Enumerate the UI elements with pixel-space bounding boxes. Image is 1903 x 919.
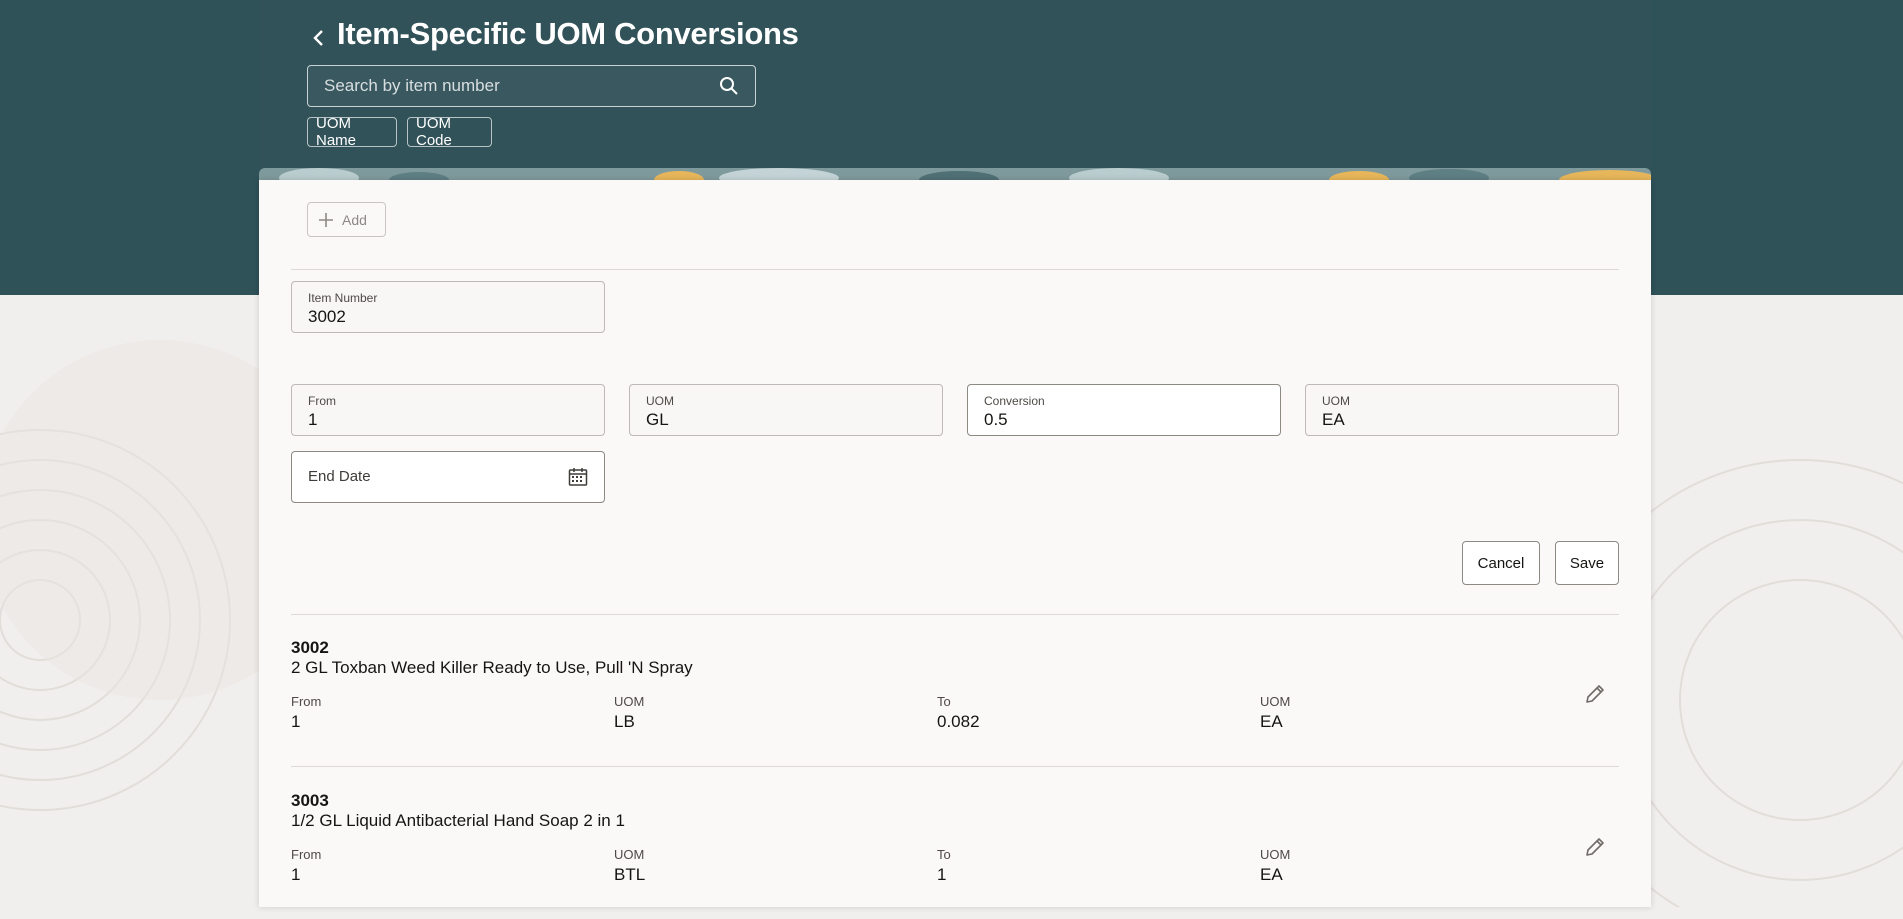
item-number-field[interactable]: Item Number 3002 xyxy=(291,281,605,333)
to-value: 1 xyxy=(937,865,947,884)
add-button-label: Add xyxy=(342,211,367,228)
column-label: From xyxy=(291,847,322,862)
to-uom-value: EA xyxy=(1260,712,1283,731)
column-label: UOM xyxy=(614,847,645,862)
to-uom-field[interactable]: UOM EA xyxy=(1305,384,1619,436)
conversion-label: Conversion xyxy=(984,394,1045,408)
page-title: Item-Specific UOM Conversions xyxy=(337,16,799,51)
to-uom-column: UOM EA xyxy=(1260,694,1290,732)
end-date-placeholder: End Date xyxy=(308,468,371,485)
to-uom-value: EA xyxy=(1260,865,1283,884)
calendar-icon[interactable] xyxy=(568,467,588,487)
list-item: 3002 2 GL Toxban Weed Killer Ready to Us… xyxy=(291,614,1619,766)
chevron-left-icon xyxy=(313,30,323,46)
column-label: UOM xyxy=(614,694,645,709)
to-value: 0.082 xyxy=(937,712,980,731)
end-date-field[interactable]: End Date xyxy=(291,451,605,503)
to-column: To 1 xyxy=(937,847,951,885)
cancel-button[interactable]: Cancel xyxy=(1462,541,1540,585)
from-value: 1 xyxy=(291,865,301,884)
from-uom-value: LB xyxy=(614,712,635,731)
from-uom-value: BTL xyxy=(614,865,646,884)
from-uom-label: UOM xyxy=(646,394,674,408)
item-number-value[interactable]: 3002 xyxy=(308,307,346,327)
conversion-value[interactable]: 0.5 xyxy=(984,410,1008,430)
column-label: To xyxy=(937,847,951,862)
from-uom-column: UOM BTL xyxy=(614,847,645,885)
to-uom-value[interactable]: EA xyxy=(1322,410,1345,430)
search-input[interactable] xyxy=(324,66,714,106)
conversion-field[interactable]: Conversion 0.5 xyxy=(967,384,1281,436)
column-label: UOM xyxy=(1260,694,1291,709)
from-quantity-field[interactable]: From 1 xyxy=(291,384,605,436)
column-label: From xyxy=(291,694,322,709)
item-number-label: Item Number xyxy=(308,291,378,305)
item-description: 2 GL Toxban Weed Killer Ready to Use, Pu… xyxy=(291,658,693,677)
pencil-icon[interactable] xyxy=(1583,835,1607,859)
from-uom-column: UOM LB xyxy=(614,694,644,732)
filter-chip-uom-name[interactable]: UOM Name xyxy=(307,115,397,149)
from-label: From xyxy=(308,394,336,408)
to-uom-column: UOM EA xyxy=(1260,847,1290,885)
column-label: UOM xyxy=(1260,847,1291,862)
to-uom-label: UOM xyxy=(1322,394,1350,408)
filter-chip-uom-code[interactable]: UOM Code xyxy=(407,115,492,149)
list-item: 3003 1/2 GL Liquid Antibacterial Hand So… xyxy=(291,767,1619,919)
to-column: To 0.082 xyxy=(937,694,980,732)
from-value: 1 xyxy=(291,712,301,731)
from-column: From 1 xyxy=(291,847,321,885)
from-uom-value[interactable]: GL xyxy=(646,410,669,430)
back-button[interactable] xyxy=(305,24,333,52)
item-number: 3002 xyxy=(291,638,329,657)
column-label: To xyxy=(937,694,951,709)
item-description: 1/2 GL Liquid Antibacterial Hand Soap 2 … xyxy=(291,811,625,830)
page-header: Item-Specific UOM Conversions UOM Name U… xyxy=(259,0,1651,180)
plus-icon xyxy=(319,212,333,227)
save-button[interactable]: Save xyxy=(1555,541,1619,585)
pencil-icon[interactable] xyxy=(1583,682,1607,706)
content-card: Add Item Number 3002 From 1 UOM GL Conve… xyxy=(259,180,1651,907)
from-uom-field[interactable]: UOM GL xyxy=(629,384,943,436)
search-icon[interactable] xyxy=(719,76,739,96)
divider xyxy=(291,269,1619,270)
add-button[interactable]: Add xyxy=(307,202,386,237)
search-box[interactable] xyxy=(307,65,756,107)
from-column: From 1 xyxy=(291,694,321,732)
from-value[interactable]: 1 xyxy=(308,410,317,430)
item-number: 3003 xyxy=(291,791,329,810)
